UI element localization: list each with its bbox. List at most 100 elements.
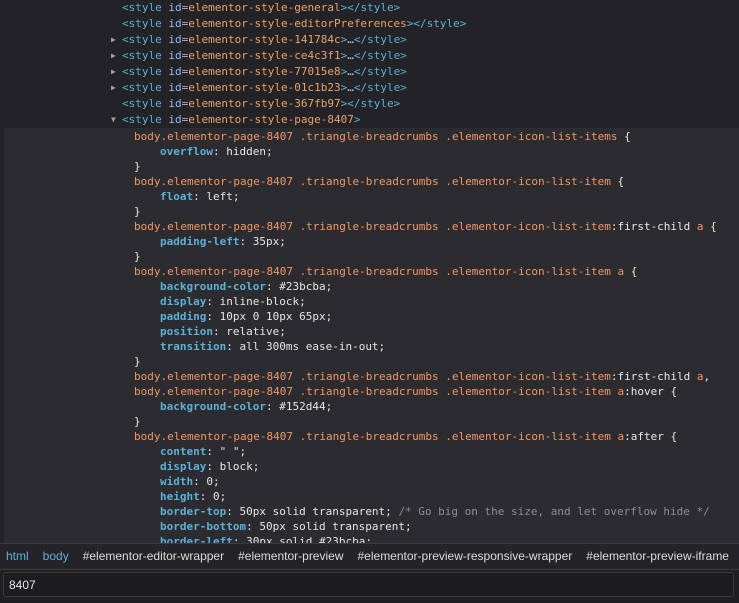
css-property-value: all 300ms ease-in-out;: [239, 340, 386, 353]
css-property-value: hidden;: [226, 145, 273, 158]
css-sel: body.elementor-page-8407 .triangle-bread…: [134, 220, 611, 233]
tag-open: <style: [122, 49, 162, 62]
expanded-triangle-icon[interactable]: ▼: [111, 112, 121, 128]
css-property-value: " ";: [219, 445, 247, 458]
breadcrumb-item-elementor-preview-iframe[interactable]: #elementor-preview-iframe: [586, 544, 729, 568]
breadcrumb-item-elementor-preview[interactable]: #elementor-preview: [238, 544, 343, 568]
css-property-name: content: [160, 445, 207, 458]
attr-name: id=: [168, 33, 189, 46]
css-property-value: left;: [206, 190, 240, 203]
css-selector-line: body.elementor-page-8407 .triangle-bread…: [4, 369, 739, 384]
css-brace: {: [703, 220, 717, 233]
css-selector-line: body.elementor-page-8407 .triangle-bread…: [4, 174, 739, 189]
css-property-line: border-bottom: 50px solid transparent;: [160, 520, 412, 533]
tag-open: <style: [122, 97, 162, 110]
css-close-brace: }: [134, 355, 141, 368]
css-sel: body.elementor-page-8407 .triangle-bread…: [134, 175, 611, 188]
css-property-value: 50px solid transparent;: [239, 505, 392, 518]
attr-name: id=: [168, 1, 189, 14]
css-pseudo: :first-child: [610, 370, 697, 383]
tag-close: </style>: [347, 1, 401, 14]
attr-name: id=: [168, 49, 189, 62]
collapsed-content: …: [347, 33, 354, 46]
collapsed-triangle-icon[interactable]: ▶: [111, 32, 121, 48]
attr-name: id=: [168, 65, 189, 78]
collapsed-content: …: [347, 81, 354, 94]
css-sel: body.elementor-page-8407 .triangle-bread…: [134, 265, 625, 278]
tag-open: <style: [122, 33, 162, 46]
attr-value: elementor-style-ce4c3f1: [188, 49, 341, 62]
tag-open: <style: [122, 65, 162, 78]
css-property-value: 0;: [213, 490, 227, 503]
style-node-elementor-style-ce4c3f1[interactable]: ▶ <style id=elementor-style-ce4c3f1>…</st…: [0, 48, 739, 64]
css-property-value: 10px 0 10px 65px;: [219, 310, 333, 323]
css-property-name: padding-left: [160, 235, 240, 248]
collapsed-triangle-icon[interactable]: ▶: [111, 80, 121, 96]
css-property-name: display: [160, 460, 207, 473]
css-property-value: 0;: [206, 475, 220, 488]
css-property-line: position: relative;: [160, 325, 286, 338]
css-brace: {: [663, 385, 678, 398]
attr-value: elementor-style-page-8407: [188, 113, 354, 126]
css-property-line: width: 0;: [160, 475, 220, 488]
style-node-elementor-style-141784c[interactable]: ▶ <style id=elementor-style-141784c>…</st…: [0, 32, 739, 48]
css-sel: a: [696, 220, 704, 233]
dom-tree-panel: <style id=elementor-style-general></styl…: [0, 0, 739, 543]
breadcrumb-item-body[interactable]: body: [43, 544, 69, 568]
css-property-name: overflow: [160, 145, 213, 158]
style-node-elementor-style-367fb97[interactable]: <style id=elementor-style-367fb97></styl…: [0, 96, 739, 112]
css-brace: {: [624, 265, 638, 278]
breadcrumb: html body #elementor-editor-wrapper #elemen…: [0, 543, 739, 569]
style-node-elementor-style-77015e8[interactable]: ▶ <style id=elementor-style-77015e8>…</st…: [0, 64, 739, 80]
css-sel: body.elementor-page-8407 .triangle-bread…: [134, 130, 618, 143]
css-property-line: padding: 10px 0 10px 65px;: [160, 310, 333, 323]
attr-name: id=: [168, 17, 189, 30]
css-pseudo: :first-child: [610, 220, 697, 233]
css-property-line: display: block;: [160, 460, 260, 473]
style-node-elementor-style-page-8407[interactable]: ▼ <style id=elementor-style-page-8407>: [0, 112, 739, 128]
collapsed-triangle-icon[interactable]: ▶: [111, 64, 121, 80]
breadcrumb-item-html[interactable]: html: [6, 544, 29, 568]
css-comment: /* Go big on the size, and let overflow …: [398, 505, 710, 518]
css-property-line: transition: all 300ms ease-in-out;: [160, 340, 386, 353]
css-close-brace: }: [134, 205, 141, 218]
css-property-value: #152d44;: [279, 400, 333, 413]
css-selector-line: body.elementor-page-8407 .triangle-bread…: [4, 264, 739, 279]
css-property-line: content: " ";: [160, 445, 247, 458]
attr-value: elementor-style-general: [188, 1, 341, 14]
breadcrumb-item-elementor-preview-responsive-wrapper[interactable]: #elementor-preview-responsive-wrapper: [358, 544, 573, 568]
css-property-name: background-color: [160, 280, 266, 293]
css-brace: {: [617, 130, 631, 143]
css-property-line: overflow: hidden;: [160, 145, 273, 158]
css-property-value: 30px solid #23bcba;: [246, 535, 372, 543]
style-node-elementor-style-general[interactable]: <style id=elementor-style-general></styl…: [0, 0, 739, 16]
css-property-name: position: [160, 325, 213, 338]
css-property-name: border-bottom: [160, 520, 247, 533]
search-input[interactable]: [3, 572, 734, 597]
style-node-elementor-style-editorPreferences[interactable]: <style id=elementor-style-editorPreferen…: [0, 16, 739, 32]
collapsed-content: …: [347, 65, 354, 78]
tag-close: </style>: [353, 49, 407, 62]
attr-name: id=: [168, 97, 189, 110]
css-property-line: border-top: 50px solid transparent; /* G…: [160, 505, 710, 518]
css-property-name: float: [160, 190, 194, 203]
css-property-line: height: 0;: [160, 490, 227, 503]
style-node-elementor-style-01c1b23[interactable]: ▶ <style id=elementor-style-01c1b23>…</st…: [0, 80, 739, 96]
css-brace: {: [663, 430, 678, 443]
css-property-value: block;: [219, 460, 260, 473]
collapsed-triangle-icon[interactable]: ▶: [111, 48, 121, 64]
css-close-brace: }: [134, 415, 141, 428]
css-property-line: background-color: #23bcba;: [160, 280, 333, 293]
css-close-brace: }: [134, 250, 141, 263]
tag-open: <style: [122, 17, 162, 30]
attr-value: elementor-style-367fb97: [188, 97, 341, 110]
css-property-name: border-top: [160, 505, 227, 518]
css-pseudo: :hover: [624, 385, 664, 398]
css-property-line: border-left: 30px solid #23bcba;: [4, 534, 739, 543]
breadcrumb-item-elementor-editor-wrapper[interactable]: #elementor-editor-wrapper: [83, 544, 224, 568]
css-property-name: transition: [160, 340, 227, 353]
css-property-name: width: [160, 475, 194, 488]
css-brace: ,: [703, 370, 711, 383]
css-property-line: padding-left: 35px;: [160, 235, 286, 248]
css-sel: body.elementor-page-8407 .triangle-bread…: [134, 385, 625, 398]
